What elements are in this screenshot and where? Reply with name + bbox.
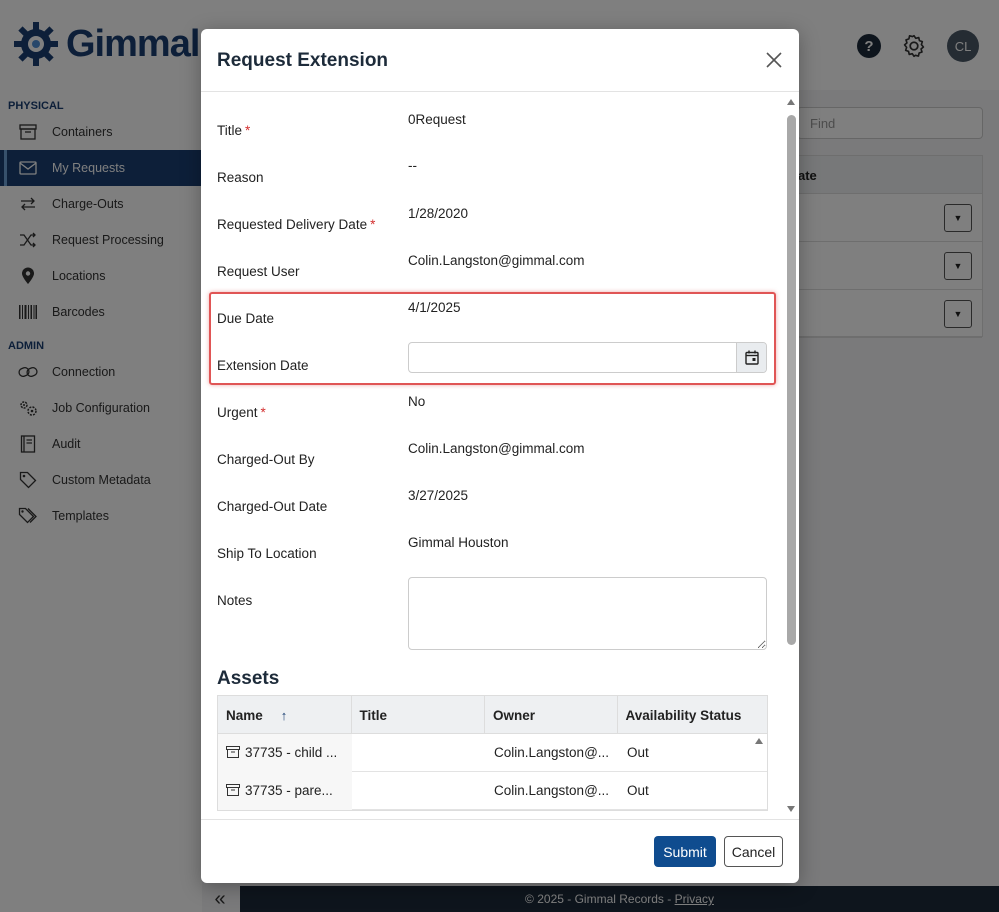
field-ship-to-location: Ship To Location Gimmal Houston <box>217 530 777 577</box>
scroll-up-arrow-icon[interactable] <box>787 99 795 105</box>
highlight-annotation <box>209 292 776 385</box>
scroll-down-arrow-icon[interactable] <box>787 806 795 812</box>
assets-table-header: Name ↑ Title Owner Availability Status <box>218 696 767 734</box>
field-value: Gimmal Houston <box>408 535 509 550</box>
field-value: Colin.Langston@gimmal.com <box>408 441 585 456</box>
request-extension-dialog: Request Extension Title * 0Request Reason… <box>201 29 799 883</box>
asset-status-cell: Out <box>627 783 649 798</box>
field-label-text: Urgent <box>217 405 258 420</box>
column-header-name[interactable]: Name ↑ <box>218 696 352 734</box>
field-value: 0Request <box>408 112 466 127</box>
field-label-text: Requested Delivery Date <box>217 217 368 232</box>
scrollbar-thumb[interactable] <box>787 115 796 645</box>
table-row[interactable]: 37735 - child ... Colin.Langston@... Out <box>218 734 767 772</box>
field-label: Requested Delivery Date * <box>217 217 375 232</box>
field-charged-out-date: Charged-Out Date 3/27/2025 <box>217 483 777 530</box>
field-value: 3/27/2025 <box>408 488 469 503</box>
asset-owner-cell: Colin.Langston@... <box>494 783 610 798</box>
submit-button[interactable]: Submit <box>654 836 716 867</box>
asset-status-cell: Out <box>627 745 649 760</box>
field-label-text: Title <box>217 123 243 138</box>
asset-owner-cell: Colin.Langston@... <box>494 745 610 760</box>
field-value: -- <box>408 158 417 173</box>
field-label: Notes <box>217 593 253 608</box>
field-charged-out-by: Charged-Out By Colin.Langston@gimmal.com <box>217 436 777 483</box>
close-icon[interactable] <box>763 49 785 71</box>
field-value: Colin.Langston@gimmal.com <box>408 253 585 268</box>
archive-box-icon <box>226 784 240 796</box>
column-header-owner[interactable]: Owner <box>485 696 618 734</box>
field-label: Reason <box>217 170 264 185</box>
field-title: Title * 0Request <box>217 107 777 154</box>
assets-scrollbar[interactable] <box>752 734 767 814</box>
column-header-label: Name <box>226 708 263 723</box>
scroll-up-arrow-icon[interactable] <box>755 738 763 744</box>
required-marker: * <box>370 217 376 232</box>
field-request-user: Request User Colin.Langston@gimmal.com <box>217 248 777 295</box>
assets-table: Name ↑ Title Owner Availability Status 37… <box>217 695 768 811</box>
column-header-title[interactable]: Title <box>352 696 486 734</box>
field-value: 1/28/2020 <box>408 206 469 221</box>
field-label: Ship To Location <box>217 546 317 561</box>
field-label: Request User <box>217 264 300 279</box>
field-value: No <box>408 394 426 409</box>
field-notes: Notes <box>217 577 777 667</box>
cancel-button[interactable]: Cancel <box>724 836 783 867</box>
asset-name-cell: 37735 - child ... <box>218 734 352 772</box>
asset-title-cell <box>352 772 486 810</box>
field-label: Charged-Out Date <box>217 499 328 514</box>
dialog-header: Request Extension <box>201 29 799 92</box>
field-label: Urgent * <box>217 405 266 420</box>
asset-name: 37735 - child ... <box>245 745 338 760</box>
field-label: Title * <box>217 123 250 138</box>
assets-heading: Assets <box>217 668 280 689</box>
dialog-footer: Submit Cancel <box>201 819 799 883</box>
required-marker: * <box>260 405 266 420</box>
required-marker: * <box>245 123 251 138</box>
field-urgent: Urgent * No <box>217 389 777 436</box>
asset-name: 37735 - pare... <box>245 783 333 798</box>
table-row[interactable]: 37735 - pare... Colin.Langston@... Out <box>218 772 767 810</box>
notes-textarea[interactable] <box>408 577 767 650</box>
asset-name-cell: 37735 - pare... <box>218 772 352 810</box>
archive-box-icon <box>226 746 240 758</box>
column-header-availability-status[interactable]: Availability Status <box>618 696 767 734</box>
asset-title-cell <box>352 734 486 772</box>
dialog-scrollbar[interactable] <box>784 92 799 819</box>
dialog-title: Request Extension <box>217 50 389 71</box>
field-label: Charged-Out By <box>217 452 315 467</box>
dialog-body: Title * 0Request Reason -- Requested Deli… <box>201 92 799 819</box>
field-requested-delivery-date: Requested Delivery Date * 1/28/2020 <box>217 201 777 248</box>
field-reason: Reason -- <box>217 154 777 201</box>
sort-ascending-icon[interactable]: ↑ <box>281 708 288 723</box>
